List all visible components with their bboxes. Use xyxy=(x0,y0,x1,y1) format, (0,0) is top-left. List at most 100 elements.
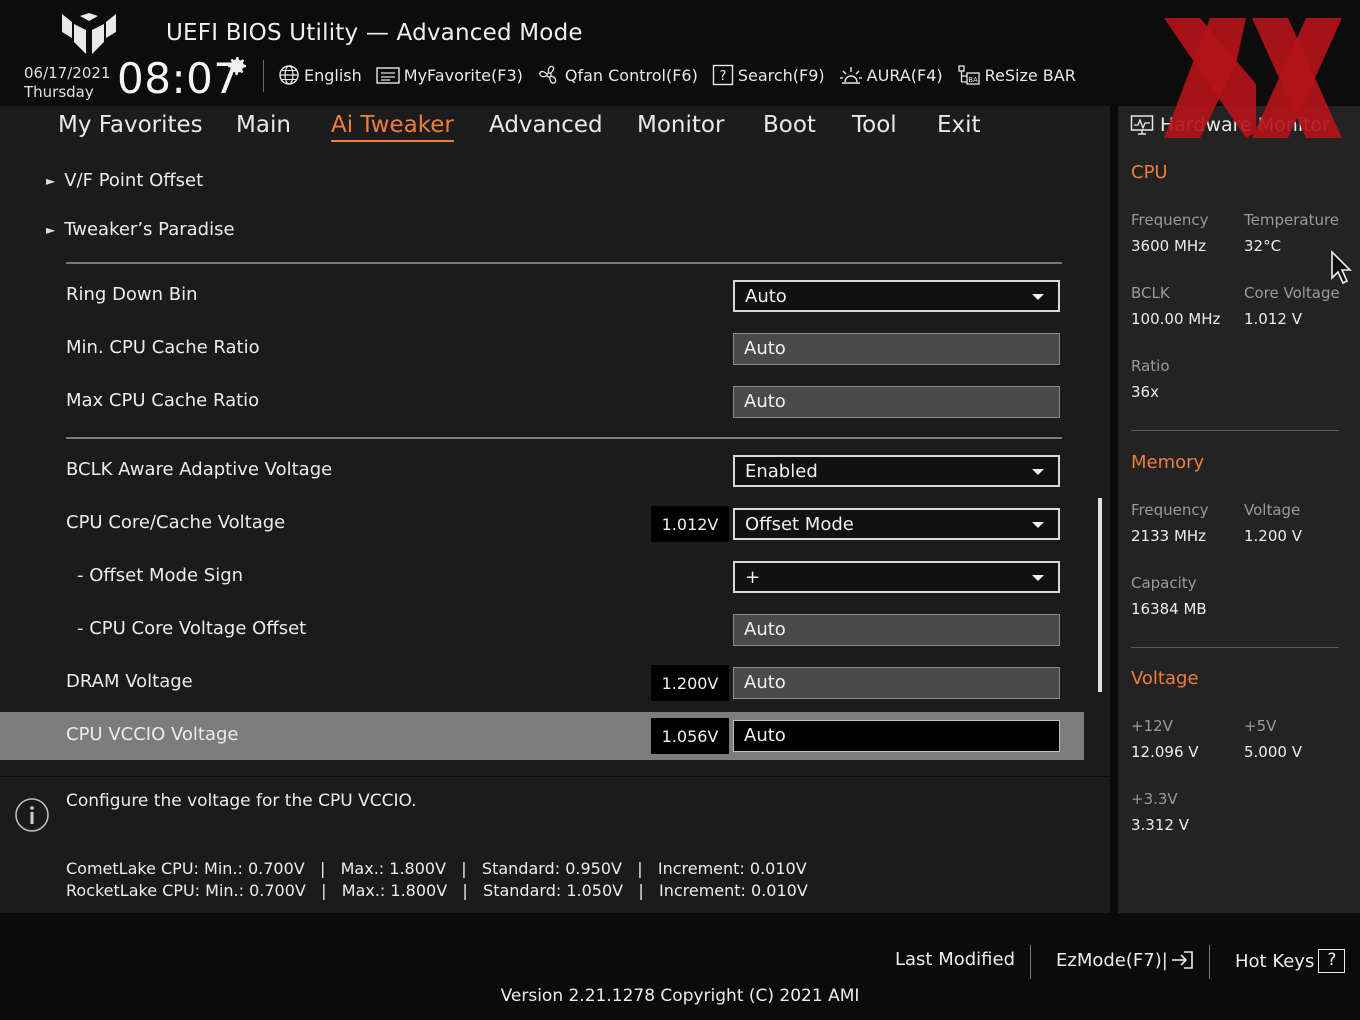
v33-value: 3.312 V xyxy=(1131,816,1189,834)
tab-advanced[interactable]: Advanced xyxy=(489,112,603,138)
search-help-icon: ? xyxy=(712,64,734,86)
hardware-monitor-header: Hardware Monitor xyxy=(1130,114,1330,136)
footer-separator xyxy=(1030,945,1031,979)
input-value: Auto xyxy=(744,619,786,640)
dropdown-value: Offset Mode xyxy=(745,514,854,535)
setting-row-offset-mode-sign[interactable]: - Offset Mode Sign + xyxy=(0,553,1084,601)
gear-icon[interactable] xyxy=(225,54,249,78)
date-text: 06/17/2021 xyxy=(24,64,111,82)
min-cpu-cache-ratio-input[interactable]: Auto xyxy=(733,333,1060,365)
setting-label: DRAM Voltage xyxy=(66,671,193,692)
memory-frequency-label: Frequency xyxy=(1131,501,1209,519)
cpu-core-voltage-offset-input[interactable]: Auto xyxy=(733,614,1060,646)
favorite-list-icon xyxy=(376,67,400,84)
header-separator xyxy=(263,60,264,92)
setting-row-cpu-core-cache-voltage[interactable]: CPU Core/Cache Voltage 1.012V Offset Mod… xyxy=(0,500,1084,548)
tab-boot[interactable]: Boot xyxy=(763,112,816,138)
hot-keys-button[interactable]: Hot Keys ? xyxy=(1235,949,1346,973)
footer-bar: Last Modified EzMode(F7)| Hot Keys ? Ver… xyxy=(0,913,1360,1020)
ratio-value: 36x xyxy=(1131,383,1159,401)
header-bar: UEFI BIOS Utility — Advanced Mode 06/17/… xyxy=(0,0,1360,106)
tab-my-favorites[interactable]: My Favorites xyxy=(58,112,203,138)
cpu-frequency-label: Frequency xyxy=(1131,211,1209,229)
setting-row-dram-voltage[interactable]: DRAM Voltage 1.200V Auto xyxy=(0,659,1084,707)
hwm-section-voltage: Voltage xyxy=(1131,668,1199,689)
qfan-control-button[interactable]: Qfan Control(F6) xyxy=(537,64,698,86)
app-title: UEFI BIOS Utility — Advanced Mode xyxy=(166,20,583,46)
resize-bar-button[interactable]: BA ReSize BAR xyxy=(957,64,1076,86)
setting-label: BCLK Aware Adaptive Voltage xyxy=(66,459,333,480)
spec-line-cometlake: CometLake CPU: Min.: 0.700V | Max.: 1.80… xyxy=(66,859,807,878)
clock-time: 08:07 xyxy=(117,54,241,103)
mouse-pointer-icon xyxy=(1331,250,1352,285)
hardware-monitor-title: Hardware Monitor xyxy=(1160,114,1330,136)
ezmode-label: EzMode(F7)| xyxy=(1056,949,1168,971)
last-modified-button[interactable]: Last Modified xyxy=(895,949,1015,970)
input-value: Auto xyxy=(744,725,786,746)
max-cpu-cache-ratio-input[interactable]: Auto xyxy=(733,386,1060,418)
cpu-core-cache-voltage-dropdown[interactable]: Offset Mode xyxy=(733,508,1060,540)
setting-row-min-cpu-cache-ratio[interactable]: Min. CPU Cache Ratio Auto xyxy=(0,325,1084,373)
chevron-down-icon xyxy=(1032,294,1044,300)
myfavorite-button[interactable]: MyFavorite(F3) xyxy=(376,65,523,85)
setting-row-cpu-core-voltage-offset[interactable]: - CPU Core Voltage Offset Auto xyxy=(0,606,1084,654)
myfavorite-label: MyFavorite(F3) xyxy=(403,65,523,85)
resize-bar-icon: BA xyxy=(957,65,980,85)
tab-tool[interactable]: Tool xyxy=(852,112,897,138)
submenu-tweakers-paradise[interactable]: ► Tweaker’s Paradise xyxy=(46,219,235,240)
input-value: Auto xyxy=(744,338,786,359)
tab-main[interactable]: Main xyxy=(236,112,291,138)
v5-value: 5.000 V xyxy=(1244,743,1302,761)
bclk-aware-adaptive-voltage-dropdown[interactable]: Enabled xyxy=(733,455,1060,487)
info-icon xyxy=(15,798,49,832)
chevron-right-icon: ► xyxy=(46,222,56,237)
weekday-text: Thursday xyxy=(24,83,94,101)
search-button[interactable]: ? Search(F9) xyxy=(712,64,825,86)
submenu-vf-point-offset[interactable]: ► V/F Point Offset xyxy=(46,170,203,191)
language-label: English xyxy=(304,65,362,85)
setting-label: - Offset Mode Sign xyxy=(77,565,244,586)
aura-label: AURA(F4) xyxy=(866,65,943,85)
tab-exit[interactable]: Exit xyxy=(937,112,981,138)
tab-monitor[interactable]: Monitor xyxy=(637,112,724,138)
svg-text:?: ? xyxy=(719,69,726,84)
section-divider xyxy=(66,437,1062,439)
setting-label: CPU Core/Cache Voltage xyxy=(66,512,286,533)
help-description: Configure the voltage for the CPU VCCIO. xyxy=(66,791,417,811)
qfan-label: Qfan Control(F6) xyxy=(564,65,698,85)
help-panel: Configure the voltage for the CPU VCCIO.… xyxy=(0,776,1110,913)
date-display: 06/17/2021 Thursday xyxy=(24,64,110,102)
tab-ai-tweaker[interactable]: Ai Tweaker xyxy=(331,112,454,142)
submenu-label: Tweaker’s Paradise xyxy=(64,219,235,240)
tuf-logo-icon xyxy=(62,13,116,54)
settings-panel: ► V/F Point Offset ► Tweaker’s Paradise … xyxy=(0,148,1110,776)
ring-down-bin-dropdown[interactable]: Auto xyxy=(733,280,1060,312)
language-button[interactable]: English xyxy=(278,64,362,86)
setting-row-ring-down-bin[interactable]: Ring Down Bin Auto xyxy=(0,272,1084,320)
input-value: Auto xyxy=(744,672,786,693)
v12-label: +12V xyxy=(1131,717,1173,735)
dropdown-value: Enabled xyxy=(745,461,818,482)
voltage-reading: 1.056V xyxy=(651,718,729,754)
setting-label: CPU VCCIO Voltage xyxy=(66,724,239,745)
hwm-section-memory: Memory xyxy=(1131,452,1205,473)
ezmode-button[interactable]: EzMode(F7)| xyxy=(1056,949,1196,971)
dropdown-value: Auto xyxy=(745,286,787,307)
memory-frequency-value: 2133 MHz xyxy=(1131,527,1207,545)
capacity-value: 16384 MB xyxy=(1131,600,1207,618)
dram-voltage-input[interactable]: Auto xyxy=(733,667,1060,699)
cpu-frequency-value: 3600 MHz xyxy=(1131,237,1207,255)
main-tab-bar: My Favorites Main Ai Tweaker Advanced Mo… xyxy=(0,106,1110,148)
cpu-vccio-voltage-input[interactable]: Auto xyxy=(733,720,1060,752)
setting-row-max-cpu-cache-ratio[interactable]: Max CPU Cache Ratio Auto xyxy=(0,378,1084,426)
question-mark-icon: ? xyxy=(1318,949,1346,973)
settings-scrollbar[interactable] xyxy=(1098,498,1102,692)
aura-light-icon xyxy=(839,67,862,84)
setting-label: Ring Down Bin xyxy=(66,284,198,305)
setting-row-bclk-aware-adaptive-voltage[interactable]: BCLK Aware Adaptive Voltage Enabled xyxy=(0,447,1084,495)
input-value: Auto xyxy=(744,391,786,412)
setting-row-cpu-vccio-voltage[interactable]: CPU VCCIO Voltage 1.056V Auto xyxy=(0,712,1084,760)
offset-mode-sign-dropdown[interactable]: + xyxy=(733,561,1060,593)
aura-button[interactable]: AURA(F4) xyxy=(839,64,943,86)
setting-label: Max CPU Cache Ratio xyxy=(66,390,260,411)
